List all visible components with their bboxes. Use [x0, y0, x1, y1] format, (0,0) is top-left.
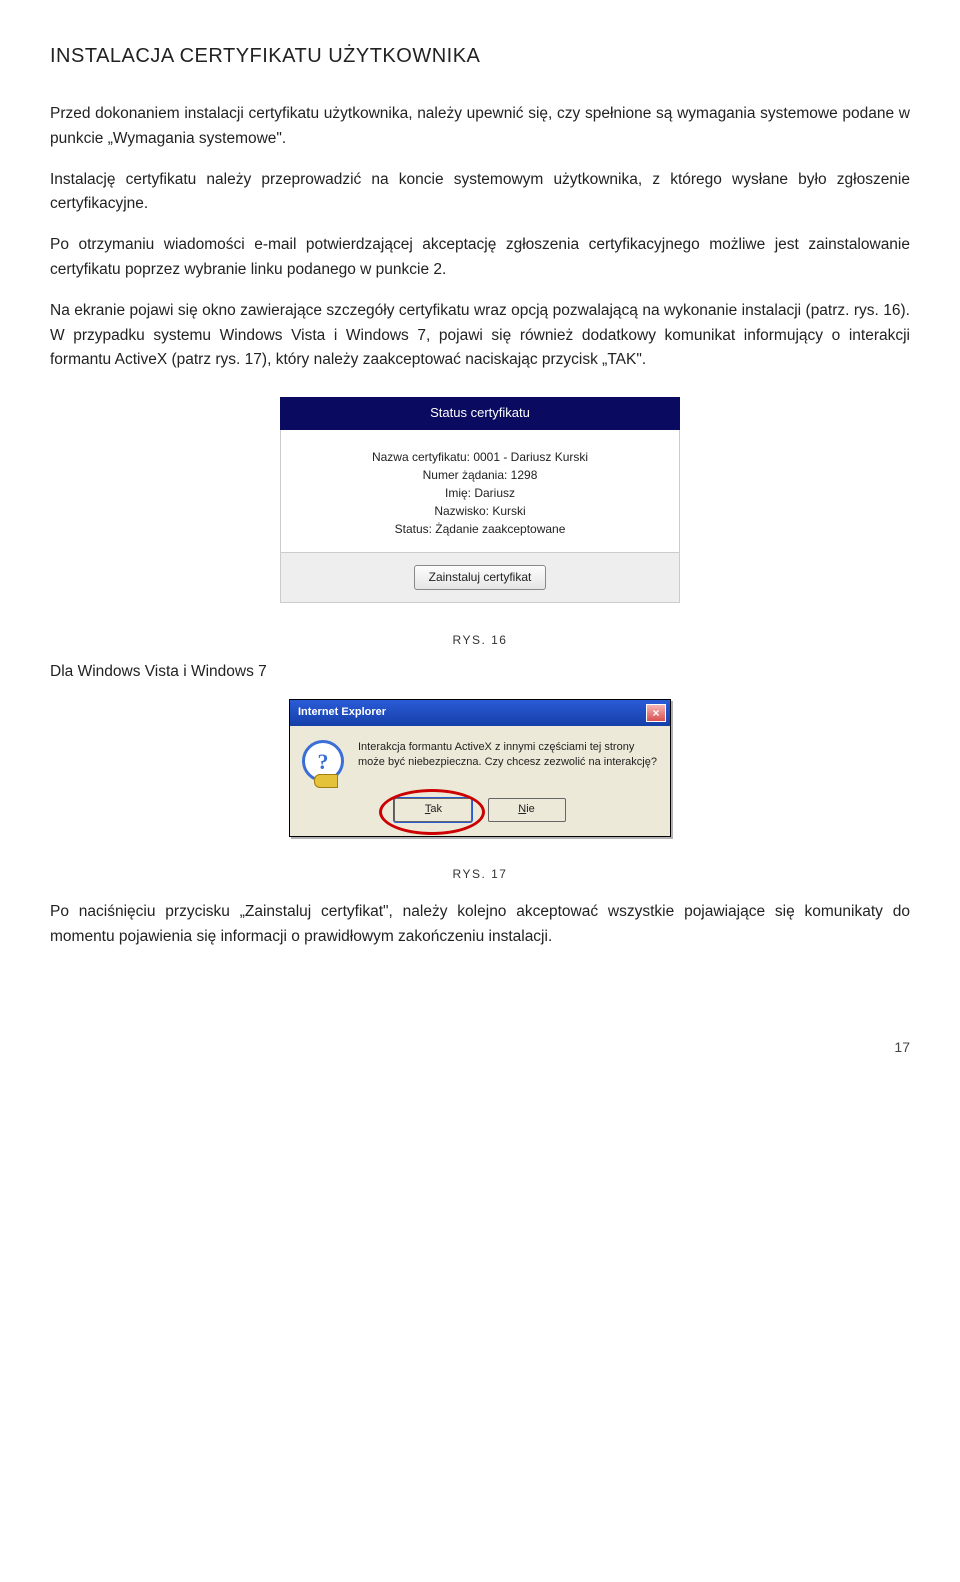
install-certificate-button[interactable]: Zainstaluj certyfikat: [414, 565, 547, 590]
dialog-message: Interakcja formantu ActiveX z innymi czę…: [358, 740, 658, 784]
no-button[interactable]: Nie: [488, 798, 566, 822]
cert-status-line: Status: Żądanie zaakceptowane: [281, 520, 679, 538]
yes-button-rest: ak: [430, 803, 442, 815]
dialog-title: Internet Explorer: [298, 704, 386, 722]
paragraph-1: Przed dokonaniem instalacji certyfikatu …: [50, 102, 910, 152]
close-icon[interactable]: ×: [646, 704, 666, 722]
no-button-rest: ie: [526, 803, 535, 815]
page-number: 17: [894, 1036, 910, 1058]
cert-request-line: Numer żądania: 1298: [281, 466, 679, 484]
paragraph-2: Instalację certyfikatu należy przeprowad…: [50, 168, 910, 218]
dialog-button-row: Tak Nie: [290, 790, 670, 836]
yes-button[interactable]: Tak: [394, 798, 472, 822]
certificate-status-panel: Status certyfikatu Nazwa certyfikatu: 00…: [280, 397, 680, 603]
panel-title: Status certyfikatu: [280, 397, 680, 430]
panel-body: Nazwa certyfikatu: 0001 - Dariusz Kurski…: [280, 430, 680, 553]
paragraph-4: Na ekranie pojawi się okno zawierające s…: [50, 299, 910, 373]
cert-name-line: Nazwa certyfikatu: 0001 - Dariusz Kurski: [281, 448, 679, 466]
cert-firstname-line: Imię: Dariusz: [281, 484, 679, 502]
page-title: INSTALACJA CERTYFIKATU UŻYTKOWNIKA: [50, 40, 910, 72]
paragraph-3: Po otrzymaniu wiadomości e-mail potwierd…: [50, 233, 910, 283]
activex-dialog: Internet Explorer × ? Interakcja formant…: [289, 699, 671, 837]
vista-subheading: Dla Windows Vista i Windows 7: [50, 660, 910, 685]
figure-caption-17: RYS. 17: [50, 865, 910, 884]
question-key-icon: ?: [302, 740, 346, 784]
dialog-titlebar: Internet Explorer ×: [290, 700, 670, 726]
figure-caption-16: RYS. 16: [50, 631, 910, 650]
cert-lastname-line: Nazwisko: Kurski: [281, 502, 679, 520]
panel-button-row: Zainstaluj certyfikat: [280, 553, 680, 603]
paragraph-5: Po naciśnięciu przycisku „Zainstaluj cer…: [50, 900, 910, 950]
